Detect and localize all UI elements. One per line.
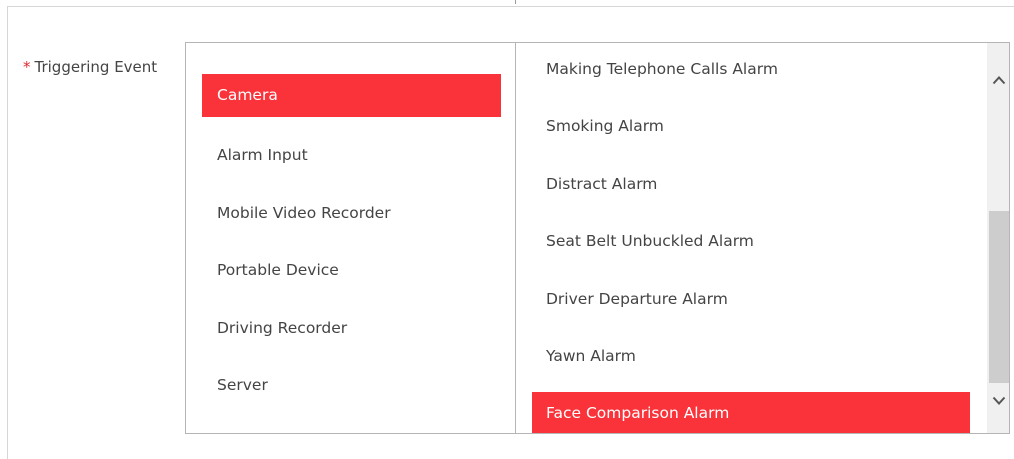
- event-list-scrollbar[interactable]: [987, 43, 1009, 433]
- category-item-mobile-video-recorder[interactable]: Mobile Video Recorder: [202, 192, 501, 235]
- category-item-camera[interactable]: Camera: [202, 74, 501, 117]
- chevron-down-icon: [992, 396, 1006, 405]
- category-item-server[interactable]: Server: [202, 364, 501, 407]
- category-item-driving-recorder[interactable]: Driving Recorder: [202, 307, 501, 350]
- event-item-seat-belt-unbuckled-alarm[interactable]: Seat Belt Unbuckled Alarm: [532, 220, 970, 263]
- scroll-down-button[interactable]: [987, 381, 1009, 421]
- category-item-portable-device[interactable]: Portable Device: [202, 249, 501, 292]
- triggering-event-label: * Triggering Event: [23, 58, 157, 76]
- chevron-up-icon: [992, 76, 1006, 85]
- required-marker: *: [23, 58, 31, 76]
- triggering-event-label-text: Triggering Event: [34, 58, 158, 76]
- event-item-face-comparison-alarm[interactable]: Face Comparison Alarm: [532, 392, 970, 433]
- event-item-driver-departure-alarm[interactable]: Driver Departure Alarm: [532, 278, 970, 321]
- event-item-yawn-alarm[interactable]: Yawn Alarm: [532, 335, 970, 378]
- event-list: Making Telephone Calls Alarm Smoking Ala…: [516, 43, 1009, 433]
- category-list: Camera Alarm Input Mobile Video Recorder…: [186, 43, 516, 433]
- scrollbar-thumb[interactable]: [989, 211, 1009, 383]
- category-item-alarm-input[interactable]: Alarm Input: [202, 134, 501, 177]
- event-item-making-telephone-calls-alarm[interactable]: Making Telephone Calls Alarm: [532, 48, 970, 91]
- event-item-distract-alarm[interactable]: Distract Alarm: [532, 163, 970, 206]
- text-caret: [515, 0, 516, 4]
- triggering-event-picker: Camera Alarm Input Mobile Video Recorder…: [185, 42, 1010, 434]
- event-item-smoking-alarm[interactable]: Smoking Alarm: [532, 105, 970, 148]
- scroll-up-button[interactable]: [987, 60, 1009, 100]
